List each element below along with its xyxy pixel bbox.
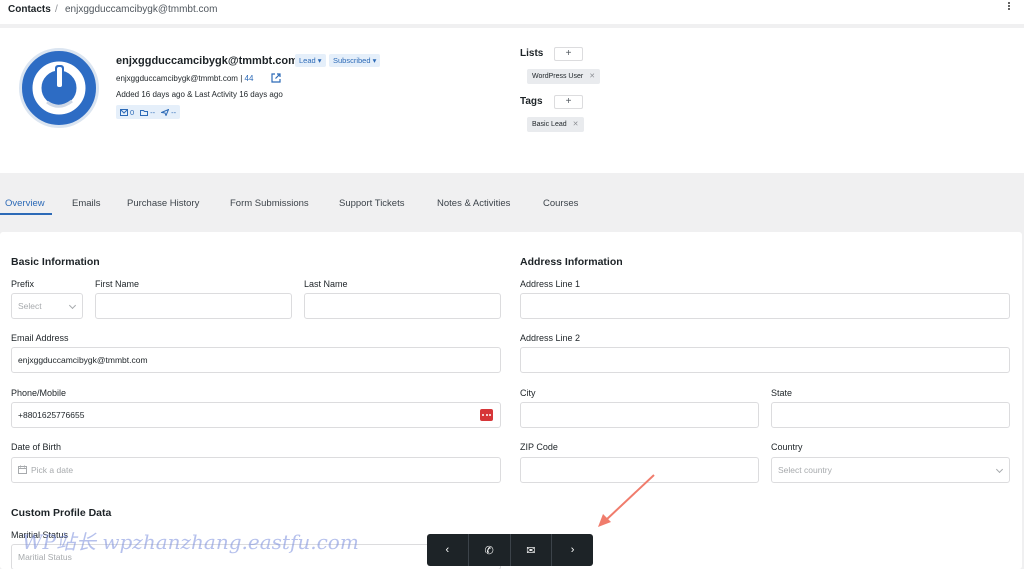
contact-subline: enjxggduccamcibygk@tmmbt.com | 44 <box>116 74 253 83</box>
tab-notes-activities[interactable]: Notes & Activities <box>437 198 510 209</box>
email-button[interactable]: ✉ <box>511 534 553 566</box>
breadcrumb-contacts-link[interactable]: Contacts <box>8 4 51 15</box>
subline-separator: | <box>240 74 243 83</box>
tab-courses[interactable]: Courses <box>543 198 578 209</box>
purchase-stat[interactable]: -- <box>140 108 155 117</box>
dob-placeholder: Pick a date <box>31 465 74 475</box>
tag-chip-label: Basic Lead <box>532 121 567 128</box>
purchase-stat-value: -- <box>150 107 156 117</box>
country-label: Country <box>771 442 803 452</box>
address-line1-label: Address Line 1 <box>520 279 581 289</box>
profile-tabs: Overview Emails Purchase History Form Su… <box>0 190 1024 216</box>
phone-icon: ✆ <box>484 544 494 557</box>
breadcrumb-separator: / <box>55 4 58 15</box>
subscription-dropdown[interactable]: Subscribed ▾ <box>329 54 381 67</box>
mail-icon: ✉ <box>526 544 536 557</box>
prefix-select[interactable]: Select <box>11 293 83 319</box>
tag-chip: Basic Lead ✕ <box>527 117 584 132</box>
tab-support-tickets[interactable]: Support Tickets <box>339 198 404 209</box>
lists-label: Lists <box>520 48 544 59</box>
calendar-icon <box>18 465 27 474</box>
status-label: Lead <box>299 56 316 65</box>
state-label: State <box>771 388 793 398</box>
tags-label: Tags <box>520 96 543 107</box>
tab-form-submissions[interactable]: Form Submissions <box>230 198 309 209</box>
add-list-button[interactable]: + <box>554 47 583 61</box>
address-line2-input[interactable] <box>520 347 1010 373</box>
prefix-placeholder: Select <box>18 301 42 311</box>
breadcrumb-current: enjxggduccamcibygk@tmmbt.com <box>65 4 218 15</box>
phone-label: Phone/Mobile <box>11 388 67 398</box>
zip-input[interactable] <box>520 457 759 483</box>
country-select[interactable]: Select country <box>771 457 1010 483</box>
city-label: City <box>520 388 536 398</box>
email-stat-value: 0 <box>130 107 135 117</box>
address-line2-label: Address Line 2 <box>520 333 581 343</box>
zip-label: ZIP Code <box>520 442 558 452</box>
email-label: Email Address <box>11 333 69 343</box>
chevron-right-icon: › <box>570 544 575 556</box>
remove-tag-icon[interactable]: ✕ <box>573 121 579 128</box>
folder-icon <box>140 109 149 116</box>
tab-purchase-history[interactable]: Purchase History <box>127 198 199 209</box>
status-dropdown[interactable]: Lead ▾ <box>295 54 326 67</box>
list-chip: WordPress User ✕ <box>527 69 601 84</box>
next-contact-button[interactable]: › <box>552 534 593 566</box>
avatar <box>19 48 99 128</box>
last-name-input[interactable] <box>304 293 501 319</box>
bottom-action-bar: ‹ ✆ ✉ › <box>427 534 593 566</box>
dob-label: Date of Birth <box>11 442 62 452</box>
chevron-down-icon <box>68 301 77 310</box>
city-input[interactable] <box>520 402 759 428</box>
tab-overview[interactable]: Overview <box>5 198 45 209</box>
send-stat-value: -- <box>171 107 177 117</box>
prefix-label: Prefix <box>11 279 35 289</box>
email-stat[interactable]: 0 <box>120 108 134 117</box>
contact-email-title: enjxggduccamcibygk@tmmbt.com <box>116 55 298 67</box>
basic-info-title: Basic Information <box>11 256 100 268</box>
remove-list-icon[interactable]: ✕ <box>589 73 595 80</box>
overview-card: Basic Information Prefix Select First Na… <box>0 232 1022 569</box>
dob-input[interactable]: Pick a date <box>11 457 501 483</box>
phone-options-icon[interactable] <box>480 409 493 421</box>
activity-text: Added 16 days ago & Last Activity 16 day… <box>116 90 283 99</box>
contact-stats: 0 -- -- <box>116 105 181 119</box>
address-line1-input[interactable] <box>520 293 1010 319</box>
address-info-title: Address Information <box>520 256 623 268</box>
active-tab-indicator <box>0 213 52 215</box>
call-button[interactable]: ✆ <box>469 534 511 566</box>
list-chip-label: WordPress User <box>532 73 584 80</box>
country-placeholder: Select country <box>778 465 832 475</box>
last-name-label: Last Name <box>304 279 348 289</box>
state-input[interactable] <box>771 402 1010 428</box>
previous-contact-button[interactable]: ‹ <box>427 534 469 566</box>
tab-emails[interactable]: Emails <box>72 198 101 209</box>
phone-value: +8801625776655 <box>18 410 85 420</box>
top-bar: Contacts / enjxggduccamcibygk@tmmbt.com <box>0 0 1024 24</box>
first-name-label: First Name <box>95 279 140 289</box>
phone-input[interactable]: +8801625776655 <box>11 402 501 428</box>
profile-header: enjxggduccamcibygk@tmmbt.com Lead ▾ Subs… <box>0 28 1024 173</box>
chevron-down-icon <box>995 465 1004 474</box>
first-name-input[interactable] <box>95 293 292 319</box>
secondary-email: enjxggduccamcibygk@tmmbt.com <box>116 74 238 83</box>
send-icon <box>161 108 170 116</box>
mail-icon <box>120 108 128 116</box>
watermark: WP站长 wpzhanzhang.eastfu.com <box>22 530 359 554</box>
avatar-power-icon <box>32 61 86 115</box>
contact-count[interactable]: 44 <box>245 74 254 83</box>
send-stat[interactable]: -- <box>161 108 176 117</box>
external-link-icon[interactable] <box>271 73 281 83</box>
add-tag-button[interactable]: + <box>554 95 583 109</box>
custom-data-title: Custom Profile Data <box>11 507 112 519</box>
chevron-left-icon: ‹ <box>445 544 450 556</box>
email-input[interactable]: enjxggduccamcibygk@tmmbt.com <box>11 347 501 373</box>
more-options-icon[interactable] <box>1006 1 1012 13</box>
subscription-label: Subscribed <box>333 56 371 65</box>
